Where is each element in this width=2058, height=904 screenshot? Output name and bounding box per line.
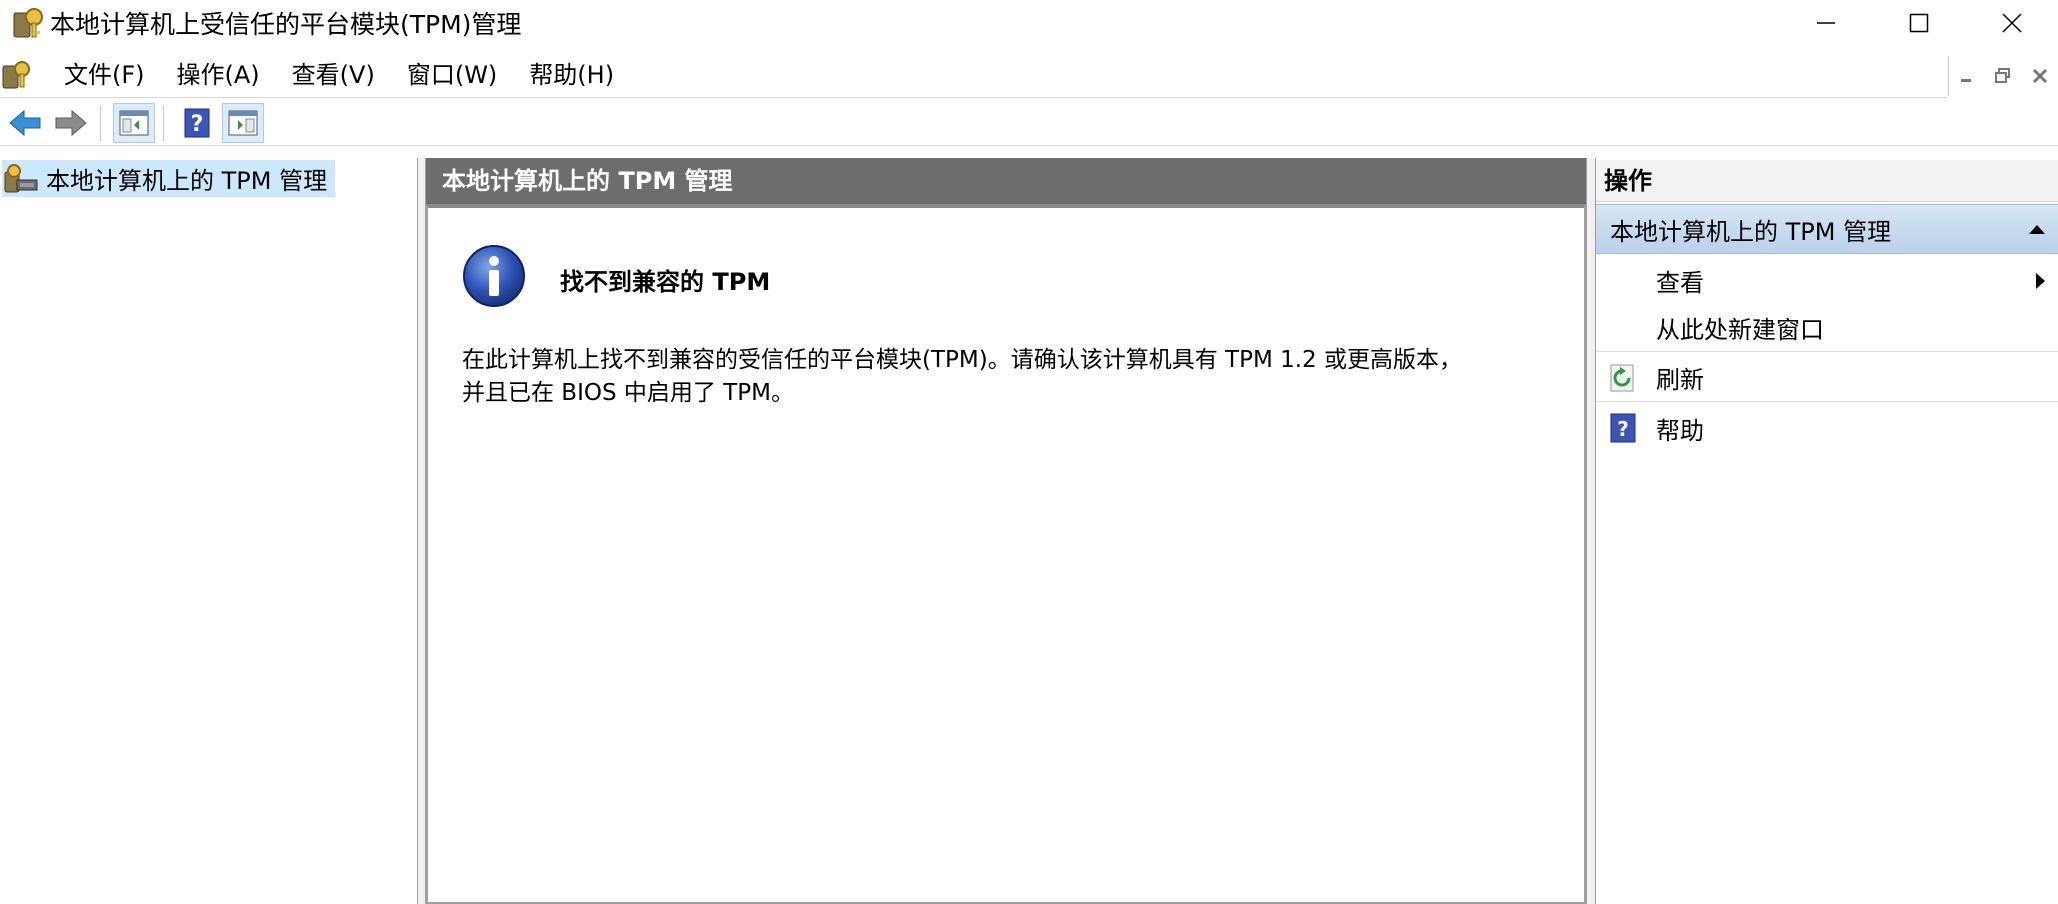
console-tree-pane: 本地计算机上的 TPM 管理 <box>0 158 418 904</box>
menu-window[interactable]: 窗口(W) <box>391 52 513 98</box>
show-hide-action-pane-button[interactable] <box>222 102 264 143</box>
action-help[interactable]: ? 帮助 <box>1596 404 2058 452</box>
message-title: 找不到兼容的 TPM <box>560 268 771 296</box>
svg-text:?: ? <box>191 112 204 137</box>
tree-item-tpm-management[interactable]: 本地计算机上的 TPM 管理 <box>2 160 336 197</box>
menu-view[interactable]: 查看(V) <box>276 52 391 98</box>
action-pane-icon <box>228 110 258 135</box>
action-new-window[interactable]: 从此处新建窗口 <box>1596 304 2058 352</box>
help-icon: ? <box>1610 413 1636 443</box>
title-bar: 本地计算机上受信任的平台模块(TPM)管理 <box>0 0 2058 45</box>
maximize-icon <box>1909 13 1928 32</box>
forward-arrow-icon <box>55 109 87 136</box>
tpm-menu-icon[interactable] <box>0 58 34 92</box>
result-pane-header: 本地计算机上的 TPM 管理 <box>426 158 1586 204</box>
maximize-button[interactable] <box>1872 0 1965 45</box>
toolbar-separator <box>100 104 101 141</box>
result-pane-body: 找不到兼容的 TPM 在此计算机上找不到兼容的受信任的平台模块(TPM)。请确认… <box>426 204 1586 904</box>
message-line-2: 并且已在 BIOS 中启用了 TPM。 <box>462 380 794 406</box>
window-title: 本地计算机上受信任的平台模块(TPM)管理 <box>50 9 522 39</box>
forward-button[interactable] <box>50 103 92 143</box>
collapse-caret-icon[interactable] <box>2028 223 2046 235</box>
menu-file[interactable]: 文件(F) <box>48 52 161 98</box>
action-label: 帮助 <box>1656 416 1704 445</box>
action-label: 查看 <box>1656 268 1704 297</box>
close-icon <box>2001 12 2022 33</box>
actions-group-label: 本地计算机上的 TPM 管理 <box>1610 217 1892 246</box>
action-label: 从此处新建窗口 <box>1656 316 1824 344</box>
help-icon: ? <box>184 108 210 137</box>
action-label: 刷新 <box>1656 366 1704 394</box>
back-button[interactable] <box>4 103 46 143</box>
show-hide-console-tree-button[interactable] <box>113 102 155 143</box>
toolbar-separator <box>163 104 164 141</box>
refresh-icon <box>1610 364 1634 391</box>
tpm-app-icon <box>13 7 43 37</box>
message-line-1: 在此计算机上找不到兼容的受信任的平台模块(TPM)。请确认该计算机具有 TPM … <box>462 347 1462 373</box>
mdi-window-controls <box>1948 56 2058 96</box>
svg-text:?: ? <box>1617 417 1629 441</box>
tpm-node-icon <box>4 163 38 192</box>
close-button[interactable] <box>1965 0 2058 45</box>
mdi-restore-icon[interactable] <box>1994 67 2012 85</box>
left-splitter[interactable] <box>418 158 426 904</box>
mdi-close-icon[interactable] <box>2031 67 2049 85</box>
actions-header: 操作 <box>1596 160 2058 202</box>
action-refresh[interactable]: 刷新 <box>1596 354 2058 402</box>
actions-pane: 操作 本地计算机上的 TPM 管理 查看 从此处新建窗口 刷新 ? 帮助 <box>1596 160 2058 904</box>
submenu-arrow-icon <box>2036 273 2045 289</box>
console-tree-icon <box>119 110 149 135</box>
minimize-button[interactable] <box>1779 0 1872 45</box>
menu-bar: 文件(F) 操作(A) 查看(V) 窗口(W) 帮助(H) <box>0 52 1948 98</box>
back-arrow-icon <box>9 109 41 136</box>
actions-group-tpm-management[interactable]: 本地计算机上的 TPM 管理 <box>1596 204 2058 254</box>
info-icon <box>463 245 525 307</box>
tree-item-label: 本地计算机上的 TPM 管理 <box>46 167 328 195</box>
right-splitter[interactable] <box>1586 158 1596 904</box>
action-view[interactable]: 查看 <box>1596 256 2058 304</box>
result-pane: 本地计算机上的 TPM 管理 找不到兼容的 TPM 在此计算机上找不到兼容的受信… <box>426 158 1586 904</box>
toolbar: ? <box>0 100 2058 146</box>
menu-help[interactable]: 帮助(H) <box>513 52 630 98</box>
mdi-minimize-icon[interactable] <box>1958 67 1976 85</box>
minimize-icon <box>1816 21 1835 24</box>
menu-action[interactable]: 操作(A) <box>161 52 276 98</box>
message-body: 在此计算机上找不到兼容的受信任的平台模块(TPM)。请确认该计算机具有 TPM … <box>462 344 1542 410</box>
help-toolbar-button[interactable]: ? <box>176 103 218 143</box>
